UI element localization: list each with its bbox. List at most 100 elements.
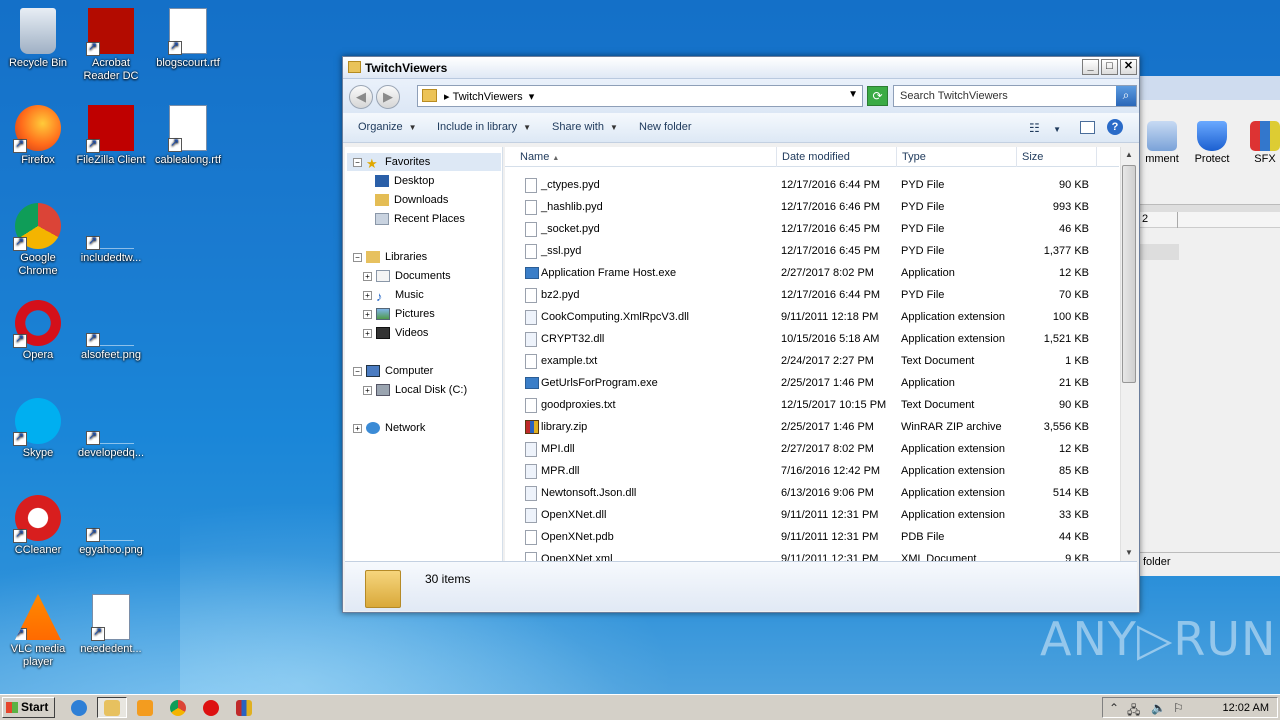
taskbar-ie[interactable]: [64, 697, 94, 718]
volume-icon[interactable]: 🔈: [1151, 701, 1166, 715]
file-row[interactable]: OpenXNet.dll 9/11/2011 12:31 PM Applicatio…: [505, 505, 1119, 527]
nav-favorites[interactable]: − ★ Favorites: [353, 156, 430, 171]
collapse-icon[interactable]: −: [353, 252, 362, 262]
file-row[interactable]: MPI.dll 2/27/2017 8:02 PM Application exte…: [505, 439, 1119, 461]
desktop-icon-egyahoo-png[interactable]: egyahoo.png: [73, 495, 149, 557]
expand-icon[interactable]: +: [363, 309, 372, 319]
desktop-icon-developedq[interactable]: developedq...: [73, 398, 149, 460]
nav-downloads[interactable]: Downloads: [375, 194, 448, 207]
expand-icon[interactable]: +: [363, 385, 372, 395]
desktop-icon-alsofeet-png[interactable]: alsofeet.png: [73, 300, 149, 362]
scroll-up-icon[interactable]: ▲: [1121, 147, 1137, 163]
taskbar-explorer[interactable]: [97, 697, 127, 718]
desktop-icon-cablealong-rtf[interactable]: cablealong.rtf: [150, 105, 226, 167]
back-button[interactable]: ◀: [349, 85, 373, 109]
desktop-icon-acrobat-reader-dc[interactable]: Acrobat Reader DC: [73, 8, 149, 83]
scroll-thumb[interactable]: [1122, 165, 1136, 383]
taskbar-winrar[interactable]: [229, 697, 259, 718]
file-row[interactable]: GetUrlsForProgram.exe 2/25/2017 1:46 PM Ap…: [505, 373, 1119, 395]
file-row[interactable]: OpenXNet.pdb 9/11/2011 12:31 PM PDB File 44…: [505, 527, 1119, 549]
column-name[interactable]: Name ▲: [505, 147, 777, 167]
comment-tool[interactable]: mment: [1139, 121, 1185, 165]
file-row[interactable]: CRYPT32.dll 10/15/2016 5:18 AM Application…: [505, 329, 1119, 351]
desktop-icon-recycle-bin[interactable]: Recycle Bin: [0, 8, 76, 70]
file-row[interactable]: library.zip 2/25/2017 1:46 PM WinRAR ZIP a…: [505, 417, 1119, 439]
address-dropdown-icon[interactable]: ▼: [848, 89, 858, 100]
desktop-icon-firefox[interactable]: Firefox: [0, 105, 76, 167]
search-icon[interactable]: ⌕: [1116, 86, 1136, 106]
explorer-window[interactable]: TwitchViewers _ □ ✕ ◀ ▶ ▸ TwitchViewers …: [342, 56, 1140, 613]
taskbar-chrome[interactable]: [163, 697, 193, 718]
desktop-icon-filezilla-client[interactable]: FileZilla Client: [73, 105, 149, 167]
expand-icon[interactable]: +: [363, 290, 372, 300]
breadcrumb-item[interactable]: TwitchViewers: [453, 91, 523, 103]
organize-button[interactable]: Organize ▼: [358, 121, 417, 133]
close-button[interactable]: ✕: [1120, 59, 1137, 75]
window-titlebar[interactable]: TwitchViewers _ □ ✕: [343, 57, 1139, 79]
show-hidden-icons-icon[interactable]: ⌃: [1109, 701, 1119, 715]
nav-recent-places[interactable]: Recent Places: [375, 213, 465, 226]
desktop-icon-vlc-media-player[interactable]: VLC media player: [0, 594, 76, 669]
nav-documents[interactable]: + Documents: [363, 270, 451, 283]
file-row[interactable]: Application Frame Host.exe 2/27/2017 8:02…: [505, 263, 1119, 285]
desktop-icon-ccleaner[interactable]: CCleaner: [0, 495, 76, 557]
nav-libraries[interactable]: − Libraries: [353, 251, 427, 264]
desktop-icon-skype[interactable]: Skype: [0, 398, 76, 460]
taskbar-opera[interactable]: [196, 697, 226, 718]
collapse-icon[interactable]: −: [353, 366, 362, 376]
file-row[interactable]: example.txt 2/24/2017 2:27 PM Text Documen…: [505, 351, 1119, 373]
sfx-tool[interactable]: SFX: [1245, 121, 1280, 165]
column-date-modified[interactable]: Date modified: [777, 147, 897, 167]
desktop-icon-opera[interactable]: Opera: [0, 300, 76, 362]
file-row[interactable]: Newtonsoft.Json.dll 6/13/2016 9:06 PM Appl…: [505, 483, 1119, 505]
taskbar-media-player[interactable]: [130, 697, 160, 718]
nav-pictures[interactable]: + Pictures: [363, 308, 435, 321]
file-row[interactable]: _ssl.pyd 12/17/2016 6:45 PM PYD File 1,377 …: [505, 241, 1119, 263]
search-input[interactable]: Search TwitchViewers ⌕: [893, 85, 1137, 107]
column-type[interactable]: Type: [897, 147, 1017, 167]
file-row[interactable]: goodproxies.txt 12/15/2017 10:15 PM Text D…: [505, 395, 1119, 417]
file-row[interactable]: _ctypes.pyd 12/17/2016 6:44 PM PYD File 90 …: [505, 175, 1119, 197]
nav-videos[interactable]: + Videos: [363, 327, 428, 340]
nav-music[interactable]: + ♪ Music: [363, 289, 424, 304]
desktop-icon-neededent[interactable]: neededent...: [73, 594, 149, 656]
maximize-button[interactable]: □: [1101, 59, 1118, 75]
view-options-icon[interactable]: ☷ ▼: [1029, 121, 1061, 135]
file-row[interactable]: MPR.dll 7/16/2016 12:42 PM Application ext…: [505, 461, 1119, 483]
action-center-flag-icon[interactable]: ⚐: [1173, 701, 1184, 715]
new-folder-button[interactable]: New folder: [639, 121, 692, 133]
refresh-button[interactable]: ⟳: [867, 86, 888, 106]
desktop-icon-includedtw[interactable]: includedtw...: [73, 203, 149, 265]
expand-icon[interactable]: +: [363, 328, 372, 338]
network-tray-icon[interactable]: 🖧: [1127, 701, 1140, 720]
desktop-icon-blogscourt-rtf[interactable]: blogscourt.rtf: [150, 8, 226, 70]
nav-desktop[interactable]: Desktop: [375, 175, 434, 188]
nav-computer[interactable]: − Computer: [353, 365, 433, 378]
preview-pane-icon[interactable]: [1080, 121, 1095, 134]
breadcrumb[interactable]: ▸ TwitchViewers ▾: [444, 90, 534, 103]
share-with-button[interactable]: Share with ▼: [552, 121, 618, 133]
address-bar[interactable]: ▸ TwitchViewers ▾ ▼: [417, 85, 863, 107]
file-row[interactable]: OpenXNet.xml 9/11/2011 12:31 PM XML Docume…: [505, 549, 1119, 561]
file-row[interactable]: _hashlib.pyd 12/17/2016 6:46 PM PYD File 99…: [505, 197, 1119, 219]
nav-local-disk[interactable]: + Local Disk (C:): [363, 384, 467, 397]
nav-network[interactable]: + Network: [353, 422, 425, 435]
start-button[interactable]: Start: [2, 697, 55, 718]
protect-tool[interactable]: Protect: [1189, 121, 1235, 165]
forward-button[interactable]: ▶: [376, 85, 400, 109]
column-size[interactable]: Size: [1017, 147, 1097, 167]
file-row[interactable]: CookComputing.XmlRpcV3.dll 9/11/2011 12:1…: [505, 307, 1119, 329]
collapse-icon[interactable]: −: [353, 157, 362, 167]
scroll-down-icon[interactable]: ▼: [1121, 545, 1137, 561]
desktop-icon-google-chrome[interactable]: Google Chrome: [0, 203, 76, 278]
expand-icon[interactable]: +: [353, 423, 362, 433]
vertical-scrollbar[interactable]: ▲ ▼: [1120, 147, 1137, 561]
minimize-button[interactable]: _: [1082, 59, 1099, 75]
expand-icon[interactable]: +: [363, 271, 372, 281]
clock[interactable]: 12:02 AM: [1223, 702, 1269, 714]
background-window[interactable]: mment Protect SFX 2 folder: [1138, 76, 1280, 576]
include-in-library-button[interactable]: Include in library ▼: [437, 121, 531, 133]
help-icon[interactable]: ?: [1107, 119, 1123, 135]
file-row[interactable]: _socket.pyd 12/17/2016 6:45 PM PYD File 46 …: [505, 219, 1119, 241]
file-row[interactable]: bz2.pyd 12/17/2016 6:44 PM PYD File 70 KB: [505, 285, 1119, 307]
